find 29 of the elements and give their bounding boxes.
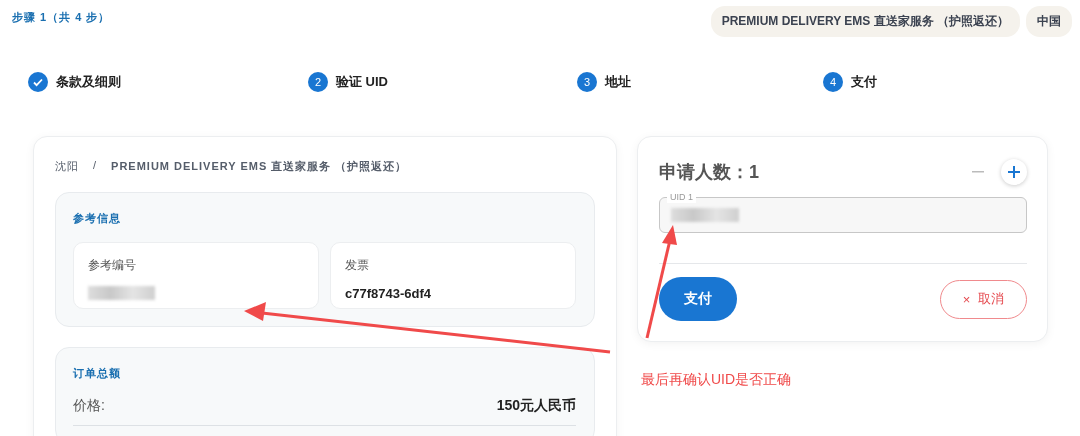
step-number: 3 xyxy=(577,72,597,92)
cancel-button[interactable]: × 取消 xyxy=(940,279,1027,319)
info-label: 参考编号 xyxy=(88,257,137,274)
info-label: 发票 xyxy=(345,257,370,274)
step-number: 4 xyxy=(823,72,843,92)
header-chip: 中国 xyxy=(1026,6,1072,37)
step-number: 2 xyxy=(308,72,328,92)
annotation-text: 最后再确认UID是否正确 xyxy=(641,371,792,389)
breadcrumb-separator: / xyxy=(93,159,98,173)
header-chip: PREMIUM DELIVERY EMS 直送家服务 （护照返还） xyxy=(710,6,1020,37)
info-value: c77f8743-6df4 xyxy=(345,286,432,301)
plus-icon xyxy=(1007,165,1021,179)
pay-button[interactable]: 支付 xyxy=(659,277,737,321)
redacted-value xyxy=(88,286,155,300)
breadcrumb-item: PREMIUM DELIVERY EMS 直送家服务 （护照返还） xyxy=(111,159,408,174)
price-value: 150元人民币 xyxy=(496,397,576,415)
breadcrumb-item: 沈阳 xyxy=(55,159,79,174)
panel-title: 订单总额 xyxy=(73,366,122,381)
minus-icon xyxy=(972,171,984,173)
step-counter: 步骤 1（共 4 步） xyxy=(12,10,111,25)
applicant-count: 申请人数：1 xyxy=(659,161,759,184)
redacted-value xyxy=(671,208,739,222)
plus-button[interactable] xyxy=(1001,159,1027,185)
step-label: 地址 xyxy=(605,73,631,91)
panel-title: 参考信息 xyxy=(73,211,122,226)
step-label: 条款及细则 xyxy=(56,73,121,91)
step-label: 支付 xyxy=(851,73,877,91)
price-label: 价格: xyxy=(73,397,105,415)
step-label: 验证 UID xyxy=(336,73,388,91)
